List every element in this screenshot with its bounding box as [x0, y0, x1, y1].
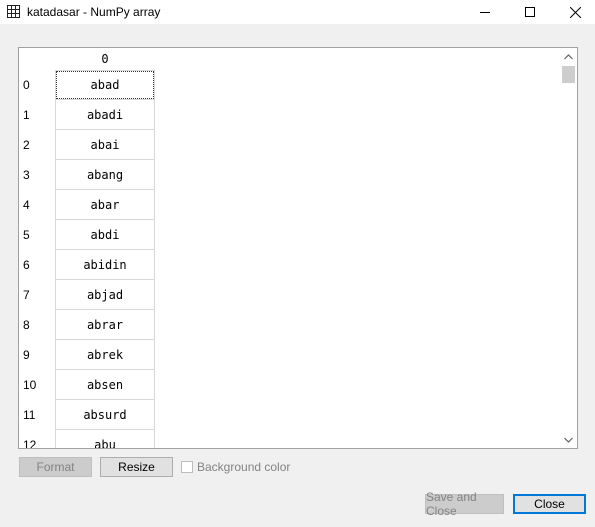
title-bar: katadasar - NumPy array	[0, 0, 595, 24]
table-row: 12 abu	[19, 430, 559, 449]
chevron-up-icon	[564, 53, 573, 59]
table-cell[interactable]: abrek	[55, 340, 155, 370]
table-row: 3 abang	[19, 160, 559, 190]
scroll-up-button[interactable]	[560, 48, 577, 65]
maximize-button[interactable]	[507, 0, 553, 24]
table-cell[interactable]: abrar	[55, 310, 155, 340]
window-title: katadasar - NumPy array	[27, 5, 161, 19]
table-row: 5 abdi	[19, 220, 559, 250]
table-row: 6 abidin	[19, 250, 559, 280]
maximize-icon	[525, 7, 535, 17]
table-grid-icon	[7, 5, 20, 18]
row-index: 6	[23, 258, 30, 272]
table-cell[interactable]: abadi	[55, 100, 155, 130]
table-cell[interactable]: abjad	[55, 280, 155, 310]
row-index: 8	[23, 318, 30, 332]
table-cell[interactable]: abai	[55, 130, 155, 160]
table-row: 10 absen	[19, 370, 559, 400]
resize-button[interactable]: Resize	[100, 457, 173, 477]
close-button[interactable]: Close	[513, 494, 586, 514]
background-color-checkbox[interactable]	[181, 461, 193, 473]
row-index: 2	[23, 138, 30, 152]
table-row: 2 abai	[19, 130, 559, 160]
vertical-scrollbar[interactable]	[560, 48, 577, 448]
table-cell[interactable]: abu	[55, 430, 155, 448]
table-cell[interactable]: absen	[55, 370, 155, 400]
format-button[interactable]: Format	[19, 457, 92, 477]
scrollbar-thumb[interactable]	[562, 66, 575, 83]
chevron-down-icon	[564, 437, 573, 443]
minimize-icon	[480, 12, 490, 13]
row-index: 0	[23, 78, 30, 92]
table-row: 8 abrar	[19, 310, 559, 340]
table-rows: 0 abad 1 abadi 2 abai 3 abang 4 abar 5 abdi 6 abidin 7…	[19, 70, 559, 449]
table-row: 1 abadi	[19, 100, 559, 130]
save-and-close-button[interactable]: Save and Close	[425, 490, 504, 518]
row-index: 9	[23, 348, 30, 362]
row-index: 5	[23, 228, 30, 242]
table-row: 4 abar	[19, 190, 559, 220]
column-header[interactable]: 0	[55, 48, 155, 70]
scroll-down-button[interactable]	[560, 431, 577, 448]
row-index: 1	[23, 108, 30, 122]
row-index: 3	[23, 168, 30, 182]
row-index: 11	[23, 408, 36, 422]
table-cell[interactable]: abad	[55, 70, 155, 100]
row-index: 12	[23, 438, 37, 449]
table-row: 9 abrek	[19, 340, 559, 370]
close-window-button[interactable]	[552, 0, 595, 24]
table-cell[interactable]: abang	[55, 160, 155, 190]
array-table[interactable]: 0 0 abad 1 abadi 2 abai 3 abang 4 abar 5 abdi 6 abidi…	[18, 47, 578, 449]
background-color-label: Background color	[197, 460, 291, 474]
row-index: 7	[23, 288, 30, 302]
table-cell[interactable]: abidin	[55, 250, 155, 280]
table-row: 11 absurd	[19, 400, 559, 430]
table-row: 7 abjad	[19, 280, 559, 310]
table-row: 0 abad	[19, 70, 559, 100]
close-icon	[569, 6, 581, 18]
row-index: 10	[23, 378, 37, 392]
table-cell[interactable]: absurd	[55, 400, 155, 430]
minimize-button[interactable]	[462, 0, 508, 24]
table-cell[interactable]: abar	[55, 190, 155, 220]
row-index: 4	[23, 198, 30, 212]
table-cell[interactable]: abdi	[55, 220, 155, 250]
